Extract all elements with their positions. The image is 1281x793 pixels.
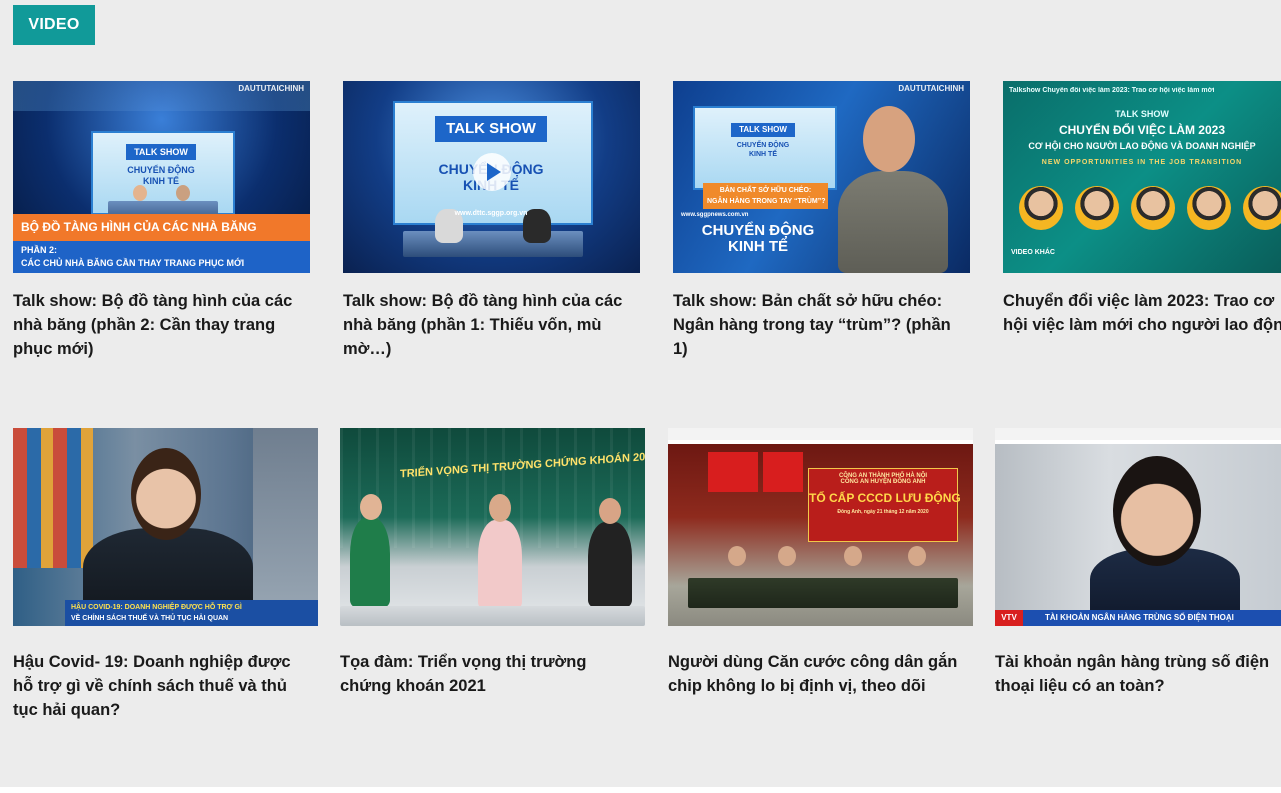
panelist-5 <box>1243 186 1281 230</box>
video-title[interactable]: Tài khoản ngân hàng trùng số điện thoại … <box>995 650 1281 698</box>
backdrop: CÔNG AN THÀNH PHỐ HÀ NỘI CÔNG AN HUYỆN Đ… <box>808 468 961 542</box>
video-thumbnail[interactable]: Talkshow Chuyển đổi việc làm 2023: Trao … <box>1003 81 1281 273</box>
channel-logo: VTV <box>995 610 1023 626</box>
video-card-8[interactable]: VTV TÀI KHOẢN NGÂN HÀNG TRÙNG SỐ ĐIỆN TH… <box>995 428 1281 698</box>
org-line-2: CÔNG AN HUYỆN ĐÔNG ANH <box>840 479 926 485</box>
video-title[interactable]: Talk show: Bộ đồ tàng hình của các nhà b… <box>13 289 313 361</box>
speaker <box>838 171 948 273</box>
program-line-1: CHUYỂN ĐỘNG <box>736 142 790 149</box>
caption-line-2: VỀ CHÍNH SÁCH THUẾ VÀ THỦ TỤC HẢI QUAN <box>71 615 229 622</box>
video-thumbnail[interactable]: TALK SHOW CHUYỂN ĐỘNG KINH TẾ www.dttc.s… <box>343 81 640 273</box>
video-title[interactable]: Tọa đàm: Triển vọng thị trường chứng kho… <box>340 650 645 698</box>
video-thumbnail[interactable]: DAUTUTAICHINH TALK SHOW CHUYỂN ĐỘNG KINH… <box>13 81 310 273</box>
panelist-3 <box>1131 186 1175 230</box>
site-url: www.dttc.sggp.org.vn <box>454 210 528 217</box>
video-card-5[interactable]: HẬU COVID-19: DOANH NGHIỆP ĐƯỢC HỖ TRỢ G… <box>13 428 318 722</box>
talk-show-label: TALK SHOW <box>126 144 196 160</box>
talk-show-label: TALK SHOW <box>1115 109 1169 119</box>
video-title[interactable]: Người dùng Căn cước công dân gắn chip kh… <box>668 650 973 698</box>
host <box>350 518 390 608</box>
video-thumbnail[interactable]: TRIỂN VỌNG THỊ TRƯỜNG CHỨNG KHOÁN 2021 <box>340 428 645 626</box>
flag <box>763 452 803 492</box>
registration-desk <box>688 578 958 608</box>
guest-2 <box>588 522 632 608</box>
video-thumbnail[interactable]: HẬU COVID-19: DOANH NGHIỆP ĐƯỢC HỖ TRỢ G… <box>13 428 318 626</box>
backdrop-dateline: Đông Anh, ngày 21 tháng 12 năm 2020 <box>837 509 929 515</box>
topic-line-1: BẢN CHẤT SỞ HỮU CHÉO: <box>719 187 812 194</box>
subtitle-line-1: PHẦN 2: <box>21 245 58 255</box>
program-name: CHUYỂN ĐỘNG KINH TẾ <box>683 223 833 255</box>
caption-banner: TÀI KHOẢN NGÂN HÀNG TRÙNG SỐ ĐIỆN THOẠI <box>1023 610 1281 626</box>
video-thumbnail[interactable]: DAUTUTAICHINH TALK SHOW CHUYỂN ĐỘNG KINH… <box>673 81 970 273</box>
section-badge[interactable]: VIDEO <box>13 5 95 45</box>
site-url: www.sggpnews.com.vn <box>681 212 749 218</box>
presenter-head <box>131 448 201 540</box>
video-card-1[interactable]: DAUTUTAICHINH TALK SHOW CHUYỂN ĐỘNG KINH… <box>13 81 313 361</box>
more-videos-label[interactable]: VIDEO KHÁC <box>1011 249 1055 256</box>
guest-2-head <box>599 498 621 524</box>
program-line-2: KINH TẾ <box>143 176 179 186</box>
video-section: VIDEO DAUTUTAICHINH TALK SHOW CHUYỂN ĐỘN… <box>0 0 1281 787</box>
subtitle-banner: PHẦN 2: CÁC CHỦ NHÀ BĂNG CẦN THAY TRANG … <box>13 241 310 273</box>
topic-banner: BẢN CHẤT SỞ HỮU CHÉO: NGÂN HÀNG TRONG TA… <box>703 183 828 209</box>
video-title[interactable]: Talk show: Bản chất sở hữu chéo: Ngân hà… <box>673 289 973 361</box>
studio-floor <box>340 606 645 626</box>
officer-2 <box>778 546 796 566</box>
video-card-4[interactable]: Talkshow Chuyển đổi việc làm 2023: Trao … <box>1003 81 1281 337</box>
headline-3: NEW OPPORTUNITIES IN THE JOB TRANSITION <box>1041 159 1243 166</box>
video-card-7[interactable]: CÔNG AN THÀNH PHỐ HÀ NỘI CÔNG AN HUYỆN Đ… <box>668 428 973 698</box>
flag <box>708 452 758 492</box>
caption-line-1: HẬU COVID-19: DOANH NGHIỆP ĐƯỢC HỖ TRỢ G… <box>71 604 242 611</box>
talk-show-label: TALK SHOW <box>731 123 795 137</box>
studio-desk <box>403 231 583 257</box>
video-tab-title: Talkshow Chuyển đổi việc làm 2023: Trao … <box>1009 87 1215 94</box>
panelist-2 <box>1075 186 1119 230</box>
guest-1 <box>478 520 522 610</box>
video-title[interactable]: Talk show: Bộ đồ tàng hình của các nhà b… <box>343 289 643 361</box>
video-thumbnail[interactable]: VTV TÀI KHOẢN NGÂN HÀNG TRÙNG SỐ ĐIỆN TH… <box>995 428 1281 626</box>
subtitle-line-2: CÁC CHỦ NHÀ BĂNG CẦN THAY TRANG PHỤC MỚI <box>21 258 245 268</box>
program-line-2: KINH TẾ <box>749 151 777 158</box>
panelist-4 <box>1187 186 1231 230</box>
video-title[interactable]: Chuyển đổi việc làm 2023: Trao cơ hội vi… <box>1003 289 1281 337</box>
guest-1-head <box>489 494 511 522</box>
host-head <box>133 185 147 201</box>
video-title[interactable]: Hậu Covid- 19: Doanh nghiệp được hỗ trợ … <box>13 650 318 722</box>
headline-1: CHUYỂN ĐỔI VIỆC LÀM 2023 <box>1058 123 1226 137</box>
video-card-2[interactable]: TALK SHOW CHUYỂN ĐỘNG KINH TẾ www.dttc.s… <box>343 81 643 361</box>
play-icon[interactable] <box>473 153 511 191</box>
speaker-head <box>863 106 915 172</box>
video-card-3[interactable]: DAUTUTAICHINH TALK SHOW CHUYỂN ĐỘNG KINH… <box>673 81 973 361</box>
guest-head <box>176 185 190 201</box>
topic-line-2: NGÂN HÀNG TRONG TAY “TRÙM”? <box>707 198 826 205</box>
panelist-1 <box>1019 186 1063 230</box>
program-name-small: CHUYỂN ĐỘNG KINH TẾ <box>718 141 808 159</box>
talk-show-label: TALK SHOW <box>435 116 547 142</box>
caption-banner: HẬU COVID-19: DOANH NGHIỆP ĐƯỢC HỖ TRỢ G… <box>65 600 318 626</box>
program-line-1: CHUYỂN ĐỘNG <box>127 165 195 175</box>
program-line-1: CHUYỂN ĐỘNG <box>701 222 815 239</box>
headline-banner: BỘ ĐỒ TÀNG HÌNH CỦA CÁC NHÀ BĂNG <box>13 214 310 241</box>
officer-4 <box>908 546 926 566</box>
video-thumbnail[interactable]: CÔNG AN THÀNH PHỐ HÀ NỘI CÔNG AN HUYỆN Đ… <box>668 428 973 626</box>
officer-3 <box>844 546 862 566</box>
backdrop-headline: TỔ CẤP CCCD LƯU ĐỘNG <box>809 491 961 505</box>
officer-1 <box>728 546 746 566</box>
watermark: DAUTUTAICHINH <box>898 84 964 93</box>
watermark: DAUTUTAICHINH <box>238 84 304 93</box>
host-head <box>360 494 382 520</box>
program-line-2: KINH TẾ <box>728 238 788 255</box>
interviewee-head <box>1113 456 1201 566</box>
video-card-6[interactable]: TRIỂN VỌNG THỊ TRƯỜNG CHỨNG KHOÁN 2021 T… <box>340 428 645 698</box>
headline-2: CƠ HỘI CHO NGƯỜI LAO ĐỘNG VÀ DOANH NGHIỆ… <box>1028 141 1256 151</box>
program-name: CHUYỂN ĐỘNG KINH TẾ <box>101 165 221 187</box>
